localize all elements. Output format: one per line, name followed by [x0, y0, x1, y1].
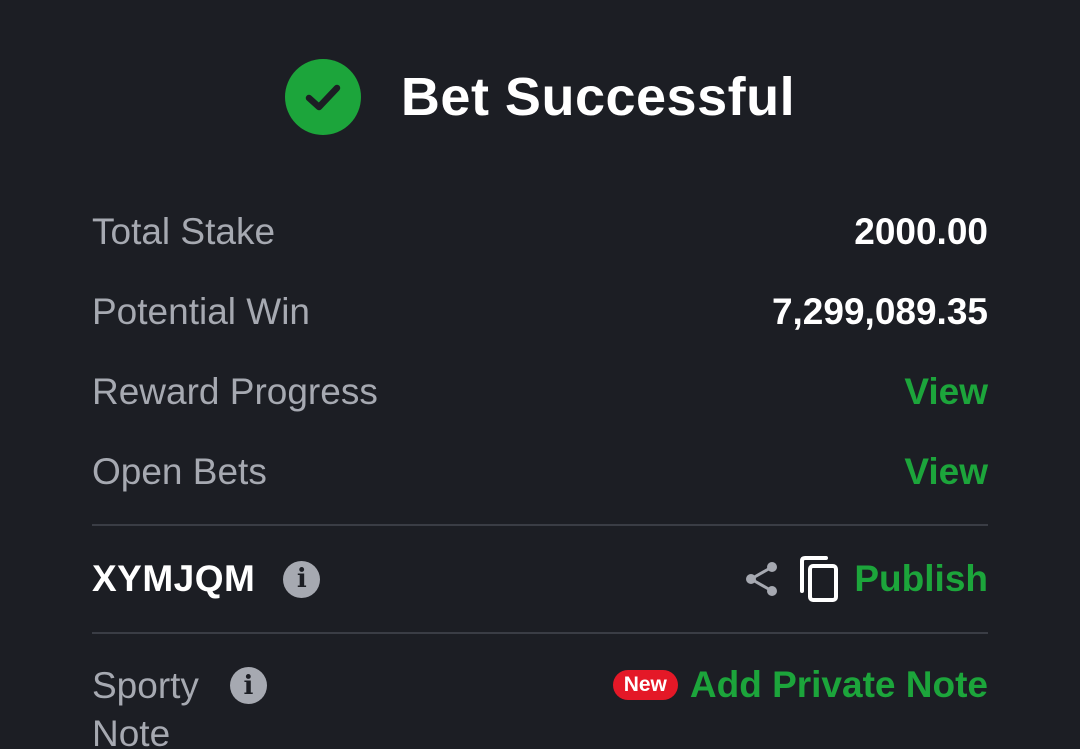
sporty-note-row: Sporty Note i New Add Private Note	[92, 662, 988, 749]
booking-code: XYMJQM	[92, 558, 256, 599]
potential-win-row: Potential Win 7,299,089.35	[92, 288, 988, 336]
page-title: Bet Successful	[400, 67, 796, 127]
publish-button[interactable]: Publish	[854, 558, 988, 600]
booking-actions: Publish	[742, 555, 988, 603]
add-private-note-button[interactable]: Add Private Note	[690, 664, 988, 706]
booking-code-row: XYMJQM i Publish	[92, 554, 988, 604]
total-stake-value: 2000.00	[854, 211, 988, 252]
sporty-note-label: Sporty Note	[92, 665, 199, 749]
reward-progress-label: Reward Progress	[92, 371, 378, 412]
divider	[92, 524, 988, 526]
potential-win-value: 7,299,089.35	[771, 291, 988, 332]
share-icon[interactable]	[742, 559, 782, 599]
divider	[92, 632, 988, 634]
success-header: Bet Successful	[0, 58, 1080, 136]
open-bets-view-link[interactable]: View	[904, 451, 988, 493]
copy-icon[interactable]	[798, 555, 840, 603]
reward-progress-view-link[interactable]: View	[904, 371, 988, 413]
note-actions: New Add Private Note	[612, 664, 988, 706]
note-info-icon[interactable]: i	[230, 667, 267, 704]
check-circle-icon	[284, 59, 361, 135]
booking-info-icon[interactable]: i	[283, 560, 321, 598]
open-bets-row: Open Bets View	[92, 448, 988, 496]
potential-win-label: Potential Win	[92, 291, 310, 332]
reward-progress-row: Reward Progress View	[92, 368, 988, 416]
booking-code-group: XYMJQM i	[92, 558, 321, 600]
open-bets-label: Open Bets	[92, 451, 267, 492]
total-stake-label: Total Stake	[92, 211, 276, 252]
sporty-note-group: Sporty Note i	[92, 662, 267, 749]
new-badge: New	[612, 670, 678, 700]
total-stake-row: Total Stake 2000.00	[92, 208, 988, 256]
bet-success-screen: Bet Successful Total Stake 2000.00 Poten…	[0, 0, 1080, 749]
